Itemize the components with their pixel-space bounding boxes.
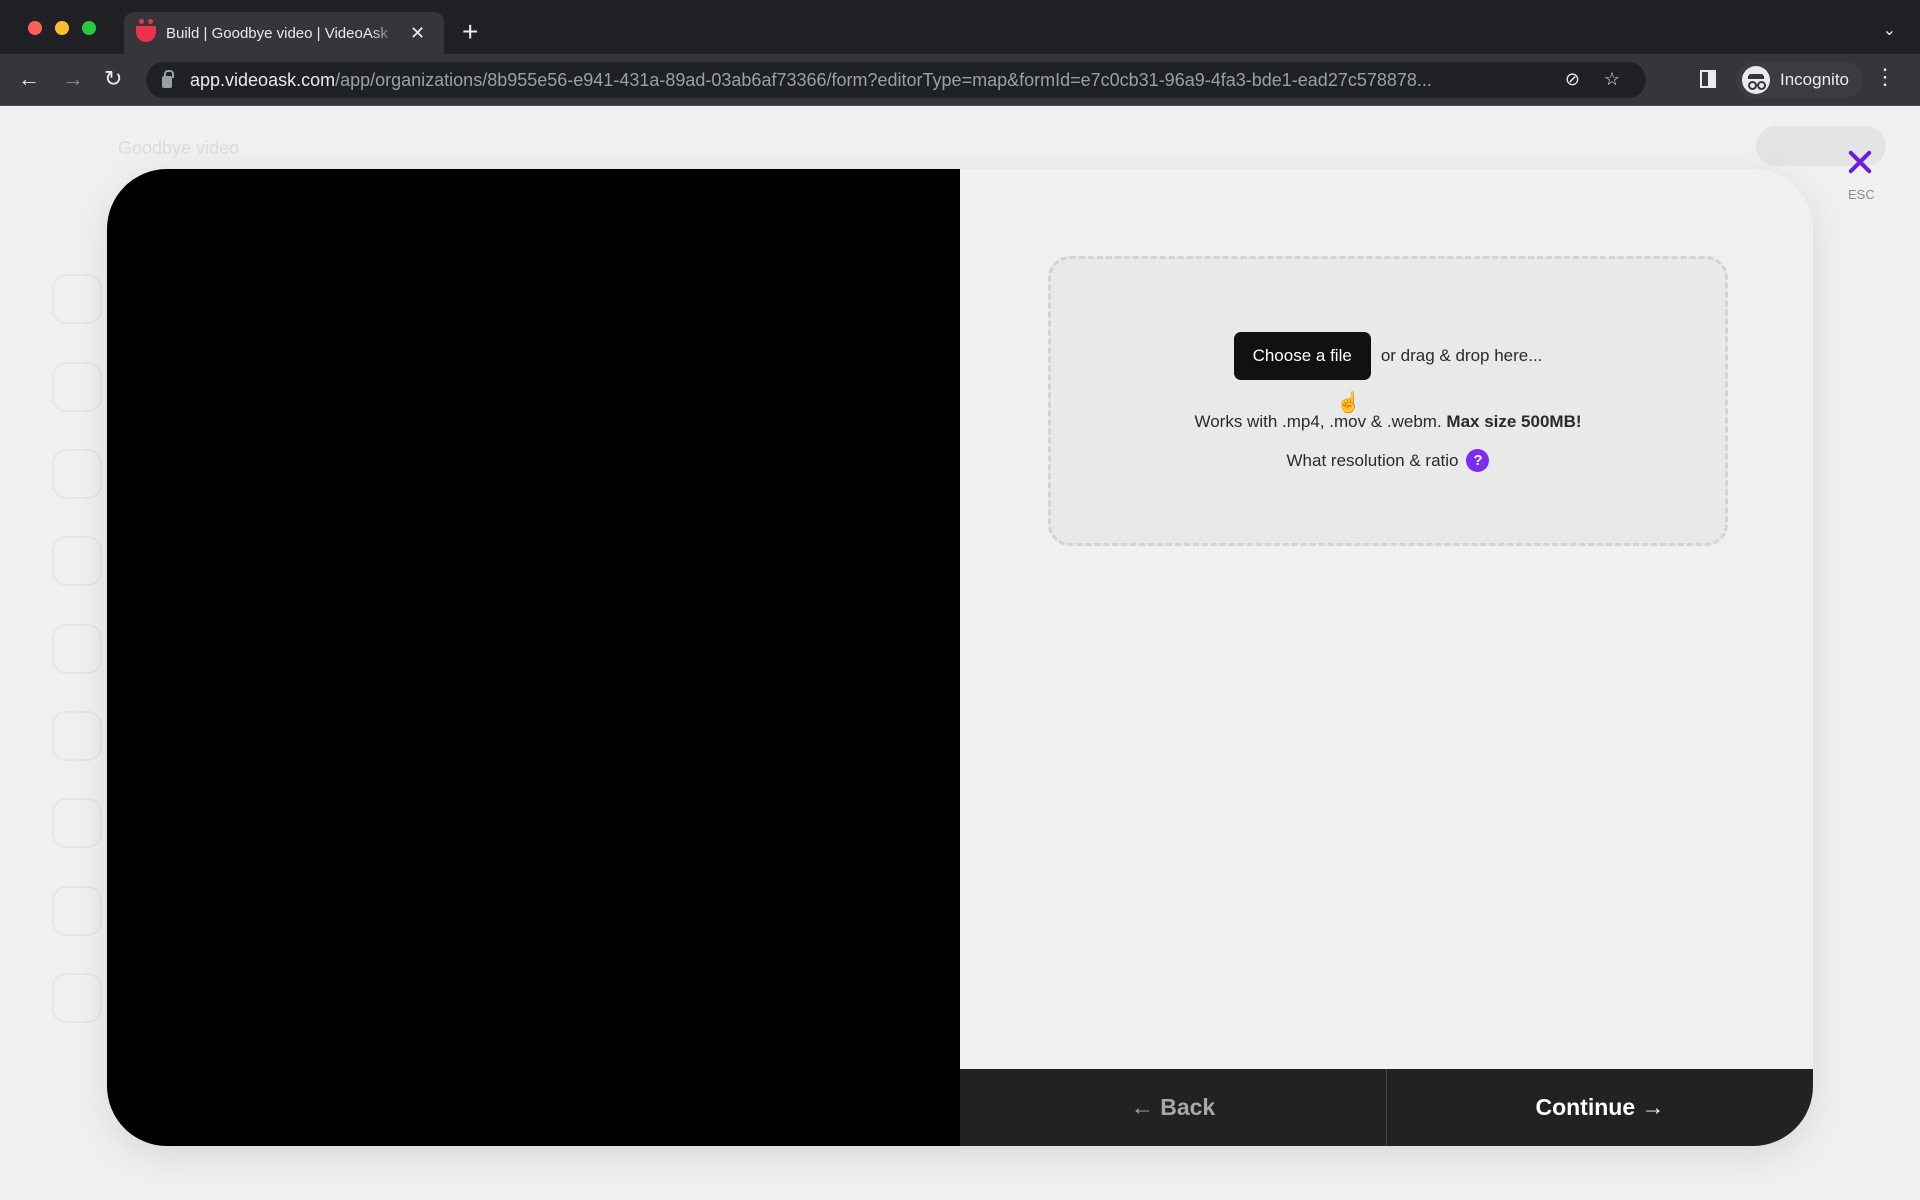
format-info: Works with .mp4, .mov & .webm. Max size …: [1051, 412, 1725, 432]
bookmark-star-icon[interactable]: ☆: [1604, 69, 1620, 90]
incognito-profile-button[interactable]: Incognito: [1736, 62, 1863, 98]
incognito-icon: [1742, 66, 1770, 94]
url-path: /app/organizations/8b955e56-e941-431a-89…: [335, 69, 1432, 90]
esc-hint: ESC: [1848, 187, 1875, 202]
side-panel-icon[interactable]: [1700, 70, 1716, 88]
resolution-help: What resolution & ratio ?: [1051, 449, 1725, 472]
upload-panel: Choose a file or drag & drop here... Wor…: [960, 169, 1813, 1146]
choose-file-button[interactable]: Choose a file: [1233, 332, 1371, 380]
max-size-text: Max size 500MB!: [1446, 412, 1582, 431]
tab-search-chevron-icon[interactable]: ⌄: [1883, 20, 1896, 40]
background-rail-item: [52, 536, 102, 586]
window-zoom-button[interactable]: [82, 21, 96, 35]
back-arrow-icon[interactable]: ←: [18, 66, 40, 92]
background-rail-item: [52, 624, 102, 674]
eye-off-icon[interactable]: ⊘: [1565, 69, 1580, 90]
hand-pointer-cursor-icon: ☝: [1336, 392, 1361, 414]
background-rail-item: [52, 711, 102, 761]
background-form-title: Goodbye video: [118, 138, 240, 158]
window-close-button[interactable]: [28, 21, 42, 35]
videoask-favicon-icon: [136, 19, 156, 42]
file-dropzone[interactable]: Choose a file or drag & drop here... Wor…: [1048, 256, 1728, 546]
formats-text: Works with .mp4, .mov & .webm.: [1194, 412, 1442, 431]
reload-icon[interactable]: ↻: [104, 66, 122, 92]
background-rail-item: [52, 274, 102, 324]
browser-toolbar: ← → ↻ app.videoask.com /app/organization…: [0, 54, 1920, 106]
background-rail-item: [52, 449, 102, 499]
back-button[interactable]: ← Back: [960, 1069, 1387, 1146]
window-minimize-button[interactable]: [55, 21, 69, 35]
drag-drop-hint: or drag & drop here...: [1380, 346, 1543, 365]
upload-video-modal: Choose a file or drag & drop here... Wor…: [107, 169, 1813, 1146]
browser-menu-icon[interactable]: ⋮: [1874, 64, 1896, 90]
background-rail-item: [52, 798, 102, 848]
browser-tab-active[interactable]: Build | Goodbye video | VideoAsk ✕: [124, 12, 444, 54]
background-rail-item: [52, 973, 102, 1023]
incognito-label: Incognito: [1780, 70, 1849, 89]
new-tab-button[interactable]: +: [462, 16, 478, 48]
modal-footer: ← Back Continue →: [960, 1069, 1813, 1146]
url-host: app.videoask.com: [190, 69, 336, 90]
video-preview: [107, 169, 960, 1146]
tab-title: Build | Goodbye video | VideoAsk: [166, 24, 388, 42]
close-modal-icon[interactable]: [1846, 148, 1874, 176]
close-tab-icon[interactable]: ✕: [410, 23, 425, 44]
address-bar[interactable]: app.videoask.com /app/organizations/8b95…: [146, 62, 1646, 98]
resolution-help-text: What resolution & ratio: [1286, 450, 1459, 470]
continue-button[interactable]: Continue →: [1387, 1069, 1813, 1146]
background-rail-item: [52, 362, 102, 412]
help-question-icon[interactable]: ?: [1466, 449, 1490, 472]
background-rail-item: [52, 886, 102, 936]
lock-icon[interactable]: [162, 70, 174, 88]
forward-arrow-icon[interactable]: →: [62, 66, 84, 92]
